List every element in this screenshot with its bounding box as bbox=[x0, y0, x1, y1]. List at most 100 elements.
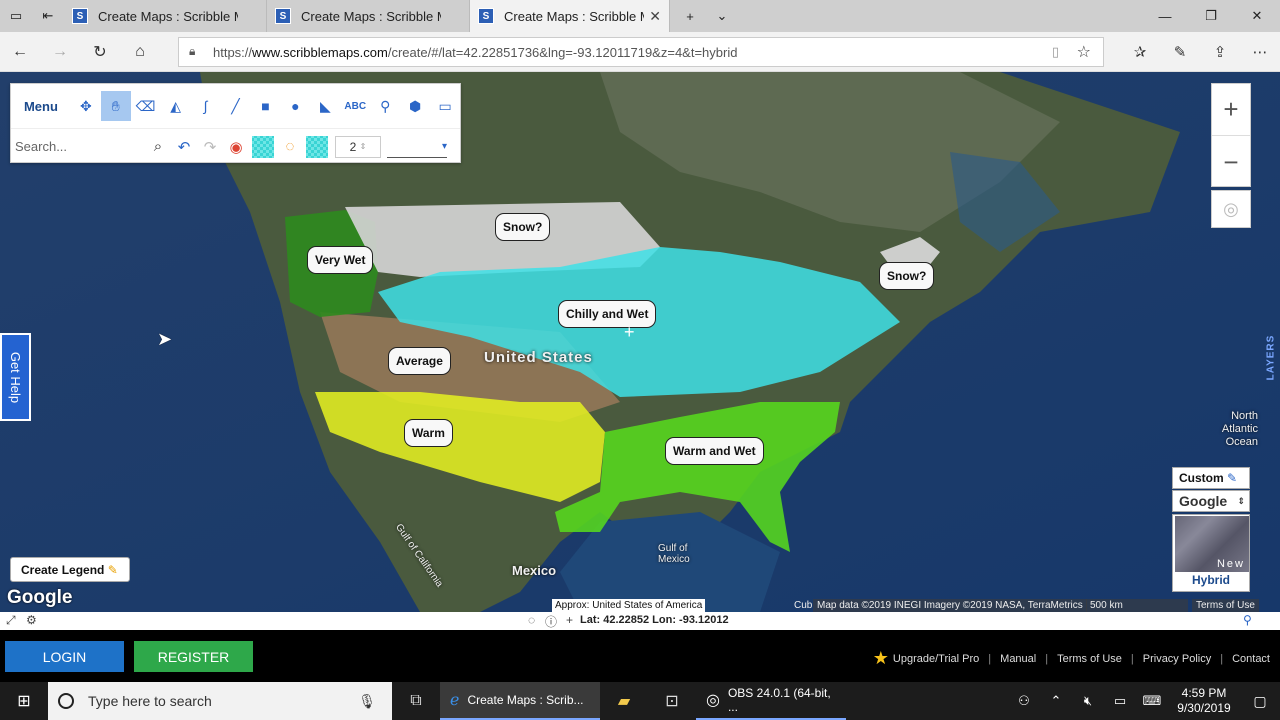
map-type-thumbnail[interactable]: New Hybrid bbox=[1172, 514, 1250, 592]
url-field[interactable]: 🔒︎ https://www.scribblemaps.com/create/#… bbox=[178, 37, 1104, 67]
volume-muted-icon[interactable]: 🔇︎ bbox=[1072, 693, 1104, 709]
favorite-star-icon[interactable]: ☆ bbox=[1077, 42, 1091, 62]
place-gulf-of-mexico: Gulf of Mexico bbox=[658, 543, 690, 565]
share-icon[interactable]: ⇪ bbox=[1200, 32, 1240, 72]
home-icon[interactable]: ⌂ bbox=[120, 32, 160, 72]
favorites-hub-icon[interactable]: ✰ bbox=[1120, 32, 1160, 72]
line-style-select[interactable]: ▾ bbox=[387, 136, 447, 158]
contact-link[interactable]: Contact bbox=[1232, 653, 1270, 665]
zoom-out-icon[interactable]: − bbox=[1212, 136, 1250, 188]
refresh-icon[interactable]: ↻ bbox=[80, 32, 120, 72]
register-button[interactable]: REGISTER bbox=[134, 641, 253, 672]
settings-gear-icon[interactable]: ⚙ bbox=[26, 613, 37, 627]
edit-pencil-icon: ✎ bbox=[1227, 471, 1238, 485]
windows-start-icon[interactable]: ⊞ bbox=[0, 682, 48, 720]
privacy-link[interactable]: Privacy Policy bbox=[1143, 653, 1211, 665]
map-attribution: Map data ©2019 INEGI Imagery ©2019 NASA,… bbox=[813, 599, 1087, 612]
map-label-warm[interactable]: Warm bbox=[404, 419, 453, 447]
forward-icon[interactable]: → bbox=[40, 32, 80, 72]
pin-icon[interactable]: ⚲ bbox=[1243, 613, 1252, 627]
keyboard-icon[interactable]: ⌨ bbox=[1136, 693, 1168, 709]
freehand-draw-icon[interactable]: ∫ bbox=[191, 91, 221, 121]
obs-app-label: OBS 24.0.1 (64-bit, ... bbox=[727, 686, 831, 714]
terms-of-use-map-link[interactable]: Terms of Use bbox=[1192, 599, 1259, 612]
text-tool-icon[interactable]: ABC bbox=[340, 91, 370, 121]
my-location-icon[interactable]: ◎ bbox=[1211, 190, 1251, 228]
show-hidden-icons-chevron-icon[interactable]: ⌃ bbox=[1040, 693, 1072, 709]
undo-icon[interactable]: ↶ bbox=[171, 132, 197, 162]
layers-tab[interactable]: LAYERS bbox=[1262, 322, 1280, 392]
line-color-picker-icon[interactable]: ◌ bbox=[277, 132, 303, 162]
get-help-tab[interactable]: Get Help bbox=[0, 333, 31, 421]
redo-icon[interactable]: ↷ bbox=[197, 132, 223, 162]
reading-view-icon[interactable]: ▯ bbox=[1052, 44, 1059, 60]
more-options-icon[interactable]: ⋯ bbox=[1240, 32, 1280, 72]
circle-tool-icon[interactable]: ● bbox=[280, 91, 310, 121]
map-provider-select[interactable]: Google ⇕ bbox=[1172, 490, 1250, 512]
map-label-chilly-and-wet[interactable]: Chilly and Wet bbox=[558, 300, 657, 328]
battery-icon[interactable]: ▭ bbox=[1104, 693, 1136, 709]
line-color-swatch[interactable] bbox=[306, 135, 328, 158]
task-view-icon[interactable]: ⧉ bbox=[392, 682, 440, 720]
pen-notes-icon[interactable]: ✎ bbox=[1160, 32, 1200, 72]
map-label-very-wet[interactable]: Very Wet bbox=[307, 246, 374, 274]
place-north-atlantic: North Atlantic Ocean bbox=[1221, 410, 1258, 448]
rectangle-tool-icon[interactable]: ■ bbox=[250, 91, 280, 121]
close-window-icon[interactable]: ✕ bbox=[1234, 0, 1280, 32]
people-icon[interactable]: ⚇ bbox=[1008, 693, 1040, 709]
eraser-icon[interactable]: ⌫ bbox=[131, 91, 161, 121]
back-icon[interactable]: ← bbox=[0, 32, 40, 72]
browser-tab-2[interactable]: S Create Maps : Scribble Map bbox=[267, 0, 470, 32]
lock-icon: 🔒︎ bbox=[189, 44, 196, 58]
login-button[interactable]: LOGIN bbox=[5, 641, 124, 672]
fill-bucket-icon[interactable]: ◭ bbox=[161, 91, 191, 121]
tab-preview-chevron-icon[interactable]: ⌄ bbox=[706, 0, 738, 32]
map-label-warm-and-wet[interactable]: Warm and Wet bbox=[665, 437, 764, 465]
map-label-snow[interactable]: Snow? bbox=[495, 213, 551, 241]
custom-map-button[interactable]: Custom ✎ bbox=[1172, 467, 1250, 489]
map-label-average[interactable]: Average bbox=[388, 347, 451, 375]
scribblemaps-favicon-icon: S bbox=[478, 8, 494, 24]
tab-actions-icon[interactable]: ▭ bbox=[0, 0, 32, 32]
move-tool-icon[interactable]: ✥ bbox=[71, 91, 101, 121]
restore-icon[interactable]: ❐ bbox=[1188, 0, 1234, 32]
taskbar-search-box[interactable]: Type here to search 🎙︎ bbox=[48, 682, 392, 720]
manual-link[interactable]: Manual bbox=[1000, 653, 1036, 665]
set-aside-tabs-icon[interactable]: ⇤ bbox=[32, 0, 64, 32]
map-label-snow[interactable]: Snow? bbox=[879, 262, 935, 290]
microphone-icon[interactable]: 🎙︎ bbox=[358, 693, 376, 710]
menu-button[interactable]: Menu bbox=[11, 99, 71, 114]
shape-cube-icon[interactable]: ⬢ bbox=[400, 91, 430, 121]
fill-color-picker-icon[interactable]: ◉ bbox=[223, 132, 249, 162]
polygon-tool-icon[interactable]: ◣ bbox=[310, 91, 340, 121]
browser-tab-3-active[interactable]: S Create Maps : Scribble M ✕ bbox=[470, 0, 670, 32]
map-type-caption: Hybrid bbox=[1191, 573, 1230, 587]
create-legend-button[interactable]: Create Legend ✎ bbox=[10, 557, 130, 582]
new-tab-icon[interactable]: + bbox=[674, 0, 706, 32]
store-icon[interactable]: ⊡ bbox=[648, 682, 696, 720]
browser-tab-1[interactable]: S Create Maps : Scribble Map bbox=[64, 0, 267, 32]
close-tab-icon[interactable]: ✕ bbox=[649, 8, 661, 25]
image-overlay-icon[interactable]: ▭ bbox=[430, 91, 460, 121]
pan-hand-icon[interactable]: ✋︎ bbox=[100, 91, 131, 121]
line-tool-icon[interactable]: ╱ bbox=[221, 91, 251, 121]
zoom-in-icon[interactable]: + bbox=[1212, 84, 1250, 136]
footer-links: ★ Upgrade/Trial Pro | Manual | Terms of … bbox=[873, 648, 1270, 669]
line-width-stepper[interactable]: 2 ⇕ bbox=[335, 135, 381, 158]
marker-pin-icon[interactable]: ⚲ bbox=[370, 91, 400, 121]
taskbar-edge-app[interactable]: ℯ Create Maps : Scrib... bbox=[440, 682, 600, 720]
map-canvas[interactable]: Menu ✥ ✋︎ ⌫ ◭ ∫ ╱ ■ ● ◣ ABC ⚲ ⬢ ▭ ⌕ ↶ ↷ … bbox=[0, 72, 1280, 612]
fullscreen-icon[interactable]: ⤢ bbox=[6, 613, 16, 628]
taskbar-obs-app[interactable]: ◎ OBS 24.0.1 (64-bit, ... bbox=[696, 682, 846, 720]
edge-app-label: Create Maps : Scrib... bbox=[467, 693, 584, 707]
notifications-icon[interactable]: ▢ bbox=[1240, 693, 1280, 710]
minimize-icon[interactable]: — bbox=[1142, 0, 1188, 32]
fill-color-swatch[interactable] bbox=[252, 135, 274, 158]
terms-link[interactable]: Terms of Use bbox=[1057, 653, 1122, 665]
upgrade-link[interactable]: Upgrade/Trial Pro bbox=[893, 653, 979, 665]
map-search-input[interactable] bbox=[11, 131, 145, 162]
taskbar-clock[interactable]: 4:59 PM 9/30/2019 bbox=[1168, 686, 1240, 716]
file-explorer-icon[interactable]: ▰ bbox=[600, 682, 648, 720]
info-icon[interactable]: ⓘ bbox=[545, 613, 557, 630]
search-icon[interactable]: ⌕ bbox=[145, 132, 171, 162]
